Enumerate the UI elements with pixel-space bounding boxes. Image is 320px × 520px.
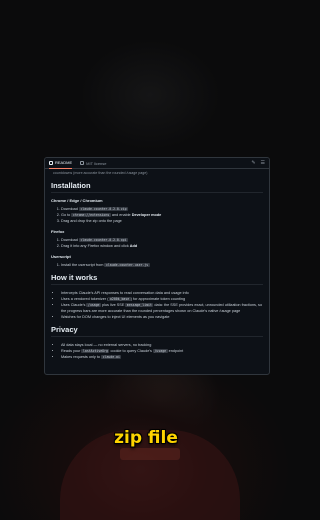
list-item: Drag and drop the zip onto the page [61,218,263,224]
subheading-firefox: Firefox [51,229,65,234]
subheading-chrome: Chrome / Edge / Chromium [51,198,103,203]
presenter-shirt-lettering [120,448,180,460]
readme-tabbar: README MIT license ✎ ☰ [45,158,269,169]
pencil-icon[interactable]: ✎ [251,160,255,166]
list-item: Uses Claude's /usage plus live SSE messa… [61,302,263,314]
tab-readme-label: README [55,160,73,165]
heading-how-it-works: How it works [51,273,263,285]
download-link[interactable]: claude-counter-0.2.0.zip [78,207,129,211]
chrome-steps: Download claude-counter-0.2.0.zip Go to … [51,206,263,224]
userscript-link[interactable]: claude-counter.user.js [104,263,150,267]
list-item: Watches for DOM changes to inject UI ele… [61,314,263,320]
list-icon[interactable]: ☰ [261,160,265,166]
tab-readme[interactable]: README [49,158,73,169]
download-link[interactable]: claude-counter-0.2.0.xpi [78,238,129,242]
list-item: Makes requests only to claude.ai [61,354,263,360]
list-item: Install the userscript from claude-count… [61,262,263,268]
scale-icon [80,161,85,165]
intro-text: countdowns (more accurate than the round… [53,171,148,175]
readme-panel: README MIT license ✎ ☰ countdowns (more … [44,157,270,375]
tab-mit-license[interactable]: MIT license [80,158,107,169]
list-item: Drag it into any Firefox window and clic… [61,243,263,249]
tab-license-label: MIT license [86,160,107,166]
video-caption: zip file [114,428,178,448]
subheading-userscript: Userscript [51,254,71,259]
heading-installation: Installation [51,181,263,193]
heading-privacy: Privacy [51,325,263,337]
firefox-steps: Download claude-counter-0.2.0.xpi Drag i… [51,237,263,249]
how-list: Intercepts Claude's API responses to rea… [51,290,263,320]
book-icon [49,160,53,165]
userscript-steps: Install the userscript from claude-count… [51,262,263,268]
privacy-list: All data stays local — no external serve… [51,342,263,360]
readme-content: countdowns (more accurate than the round… [45,169,269,360]
